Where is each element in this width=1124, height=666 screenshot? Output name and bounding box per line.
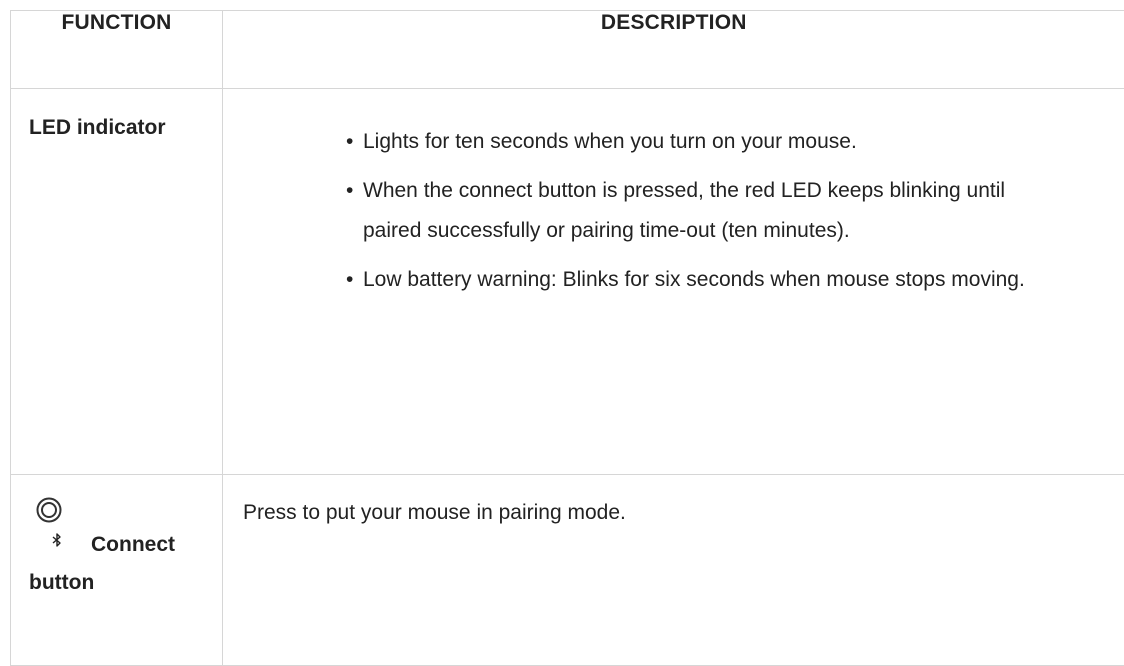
- connect-icon-group: Connect: [29, 497, 89, 559]
- function-button-label: button: [29, 565, 204, 601]
- connect-ring-icon: [36, 497, 62, 523]
- table-header-row: FUNCTION DESCRIPTION: [11, 11, 1124, 89]
- list-item: Lights for ten seconds when you turn on …: [346, 122, 1065, 162]
- table-row: Connect button Press to put your mouse i…: [11, 475, 1124, 666]
- description-led-indicator: Lights for ten seconds when you turn on …: [223, 89, 1124, 475]
- list-item: Low battery warning: Blinks for six seco…: [346, 260, 1065, 300]
- description-connect-button: Press to put your mouse in pairing mode.: [223, 475, 1124, 666]
- table-row: LED indicator Lights for ten seconds whe…: [11, 89, 1124, 475]
- bluetooth-icon: [52, 533, 62, 547]
- function-connect-button: Connect button: [11, 475, 223, 666]
- list-item: When the connect button is pressed, the …: [346, 171, 1065, 251]
- led-description-list: Lights for ten seconds when you turn on …: [346, 122, 1065, 300]
- function-led-indicator: LED indicator: [11, 89, 223, 475]
- function-description-table: FUNCTION DESCRIPTION LED indicator Light…: [10, 10, 1124, 666]
- header-function: FUNCTION: [11, 11, 223, 89]
- header-description: DESCRIPTION: [223, 11, 1124, 89]
- function-connect-label: Connect: [91, 527, 175, 563]
